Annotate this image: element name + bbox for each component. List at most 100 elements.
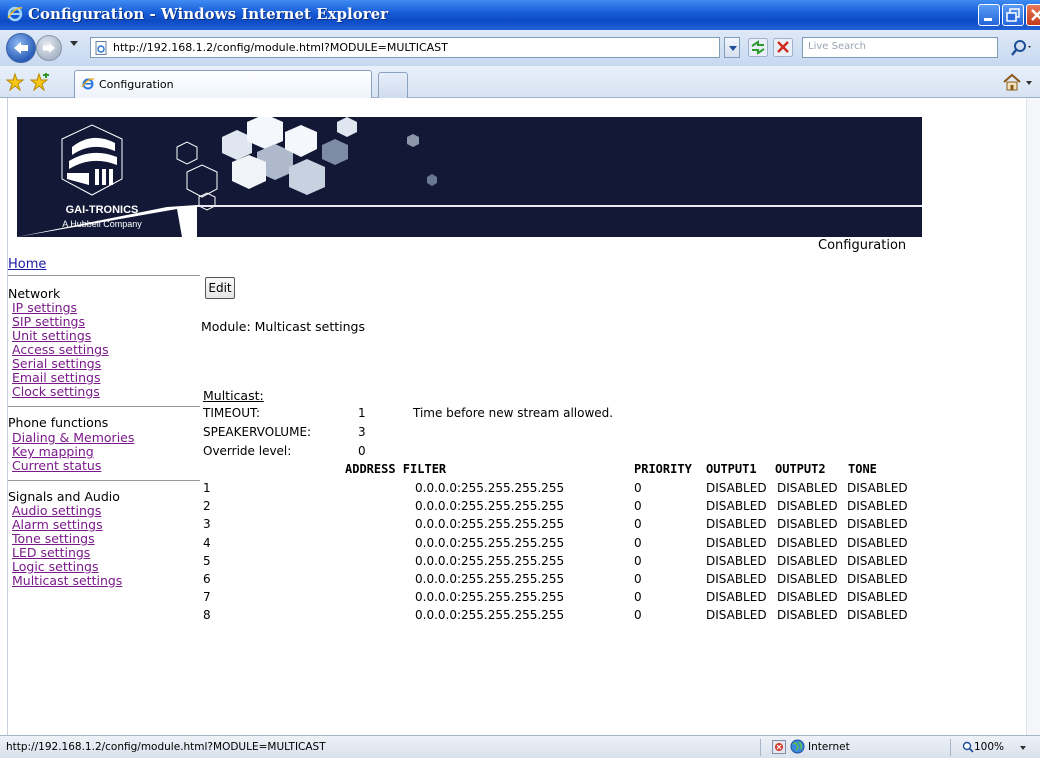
priority-cell: 0 xyxy=(634,553,642,568)
sidebar-divider xyxy=(8,406,200,407)
company-tagline: A Hubbell Company xyxy=(62,219,142,229)
row-number: 7 xyxy=(203,590,211,605)
security-zone-label[interactable]: Internet xyxy=(808,741,850,753)
address-filter-cell: 0.0.0.0:255.255.255.255 xyxy=(415,481,565,495)
home-link[interactable]: Home xyxy=(8,257,46,272)
close-button[interactable] xyxy=(1026,4,1040,26)
search-icon[interactable] xyxy=(1010,37,1034,58)
output1-cell: DISABLED xyxy=(706,517,767,532)
tone-cell: DISABLED xyxy=(847,481,908,495)
refresh-icon[interactable] xyxy=(748,38,768,57)
setting-note: Time before new stream allowed. xyxy=(413,406,614,420)
row-number: 8 xyxy=(203,608,211,623)
sidebar-item-serial-settings[interactable]: Serial settings xyxy=(12,357,101,371)
row-number: 6 xyxy=(203,572,211,586)
setting-value: 0 xyxy=(358,444,366,458)
page-icon xyxy=(95,41,107,55)
banner-stripe xyxy=(197,205,922,207)
home-dropdown[interactable] xyxy=(1026,81,1032,85)
priority-cell: 0 xyxy=(634,481,642,495)
search-placeholder: Live Search xyxy=(808,41,866,52)
sidebar-item-tone-settings[interactable]: Tone settings xyxy=(12,532,95,546)
vertical-scrollbar[interactable] xyxy=(1026,98,1040,735)
priority-cell: 0 xyxy=(634,517,642,532)
sidebar-group-signals-audio: Signals and Audio xyxy=(8,489,120,504)
sidebar-item-current-status[interactable]: Current status xyxy=(12,459,101,473)
window-title: Configuration - Windows Internet Explore… xyxy=(28,5,389,23)
content-left-edge xyxy=(0,98,8,735)
recent-pages-dropdown[interactable] xyxy=(70,41,78,46)
priority-cell: 0 xyxy=(634,608,642,623)
output2-cell: DISABLED xyxy=(777,499,838,514)
sidebar-item-logic-settings[interactable]: Logic settings xyxy=(12,560,99,574)
output2-cell: DISABLED xyxy=(777,553,838,568)
sidebar-group-network: Network xyxy=(8,286,61,301)
output1-cell: DISABLED xyxy=(706,590,767,605)
title-bar: Configuration - Windows Internet Explore… xyxy=(0,0,1040,30)
cube-decoration-solid xyxy=(222,117,437,195)
address-filter-cell: 0.0.0.0:255.255.255.255 xyxy=(415,553,565,568)
browser-window: Configuration - Windows Internet Explore… xyxy=(0,0,1040,758)
page-title: Configuration xyxy=(818,238,907,253)
address-filter-cell: 0.0.0.0:255.255.255.255 xyxy=(415,499,565,514)
page-content: GAI-TRONICS A Hubbell Company Configurat… xyxy=(8,98,1026,735)
navigation-bar: http://192.168.1.2/config/module.html?MO… xyxy=(0,30,1040,66)
home-icon[interactable] xyxy=(1002,73,1022,91)
setting-key: SPEAKERVOLUME: xyxy=(203,425,312,439)
address-url[interactable]: http://192.168.1.2/config/module.html?MO… xyxy=(113,41,448,54)
setting-key: TIMEOUT: xyxy=(203,406,261,420)
tab-configuration[interactable]: Configuration xyxy=(74,70,372,98)
new-tab-button[interactable] xyxy=(378,72,408,98)
sidebar-item-access-settings[interactable]: Access settings xyxy=(12,343,109,357)
sidebar-item-clock-settings[interactable]: Clock settings xyxy=(12,385,100,399)
priority-cell: 0 xyxy=(634,590,642,605)
output2-cell: DISABLED xyxy=(777,517,838,532)
forward-arrow-icon xyxy=(43,43,55,53)
minimize-icon xyxy=(984,18,992,21)
sidebar-item-alarm-settings[interactable]: Alarm settings xyxy=(12,518,103,532)
restore-button[interactable] xyxy=(1002,4,1024,26)
zoom-icon[interactable] xyxy=(962,741,974,753)
cube-decoration xyxy=(176,141,218,211)
favorites-star-icon[interactable] xyxy=(6,73,24,91)
sidebar-item-dialing-memories[interactable]: Dialing & Memories xyxy=(12,431,134,445)
address-bar[interactable]: http://192.168.1.2/config/module.html?MO… xyxy=(90,37,720,58)
output1-cell: DISABLED xyxy=(706,535,767,550)
add-favorites-icon[interactable] xyxy=(30,73,50,91)
row-number: 3 xyxy=(203,517,211,532)
address-filter-cell: 0.0.0.0:255.255.255.255 xyxy=(415,517,565,532)
row-number: 4 xyxy=(203,535,211,550)
output2-cell: DISABLED xyxy=(777,590,838,605)
sidebar-item-led-settings[interactable]: LED settings xyxy=(12,546,90,560)
tone-cell: DISABLED xyxy=(847,590,908,605)
tone-cell: DISABLED xyxy=(847,553,908,568)
sidebar-item-email-settings[interactable]: Email settings xyxy=(12,371,101,385)
forward-button[interactable] xyxy=(36,35,62,61)
status-divider xyxy=(760,739,761,756)
back-button[interactable] xyxy=(6,33,36,63)
protected-mode-icon[interactable] xyxy=(772,740,786,754)
close-icon xyxy=(1031,9,1040,21)
setting-key: Override level: xyxy=(203,444,292,458)
output1-cell: DISABLED xyxy=(706,481,767,495)
zoom-dropdown[interactable] xyxy=(1020,746,1026,750)
back-arrow-icon xyxy=(14,42,28,54)
sidebar-divider xyxy=(8,275,200,276)
sidebar-item-sip-settings[interactable]: SIP settings xyxy=(12,315,85,329)
sidebar-item-ip-settings[interactable]: IP settings xyxy=(12,301,77,315)
address-dropdown-button[interactable] xyxy=(724,37,740,58)
zoom-level[interactable]: 100% xyxy=(974,741,1004,753)
sidebar-item-audio-settings[interactable]: Audio settings xyxy=(12,504,101,518)
minimize-button[interactable] xyxy=(978,4,1000,26)
output1-cell: DISABLED xyxy=(706,572,767,586)
edit-button[interactable]: Edit xyxy=(205,277,235,299)
sidebar-item-unit-settings[interactable]: Unit settings xyxy=(12,329,91,343)
ie-logo-icon xyxy=(81,78,95,90)
setting-value: 3 xyxy=(358,425,366,439)
output2-cell: DISABLED xyxy=(777,572,838,586)
search-input[interactable]: Live Search xyxy=(802,37,998,58)
globe-icon[interactable] xyxy=(790,739,805,754)
sidebar-item-key-mapping[interactable]: Key mapping xyxy=(12,445,94,459)
stop-icon[interactable] xyxy=(773,38,793,57)
sidebar-item-multicast-settings[interactable]: Multicast settings xyxy=(12,574,122,588)
